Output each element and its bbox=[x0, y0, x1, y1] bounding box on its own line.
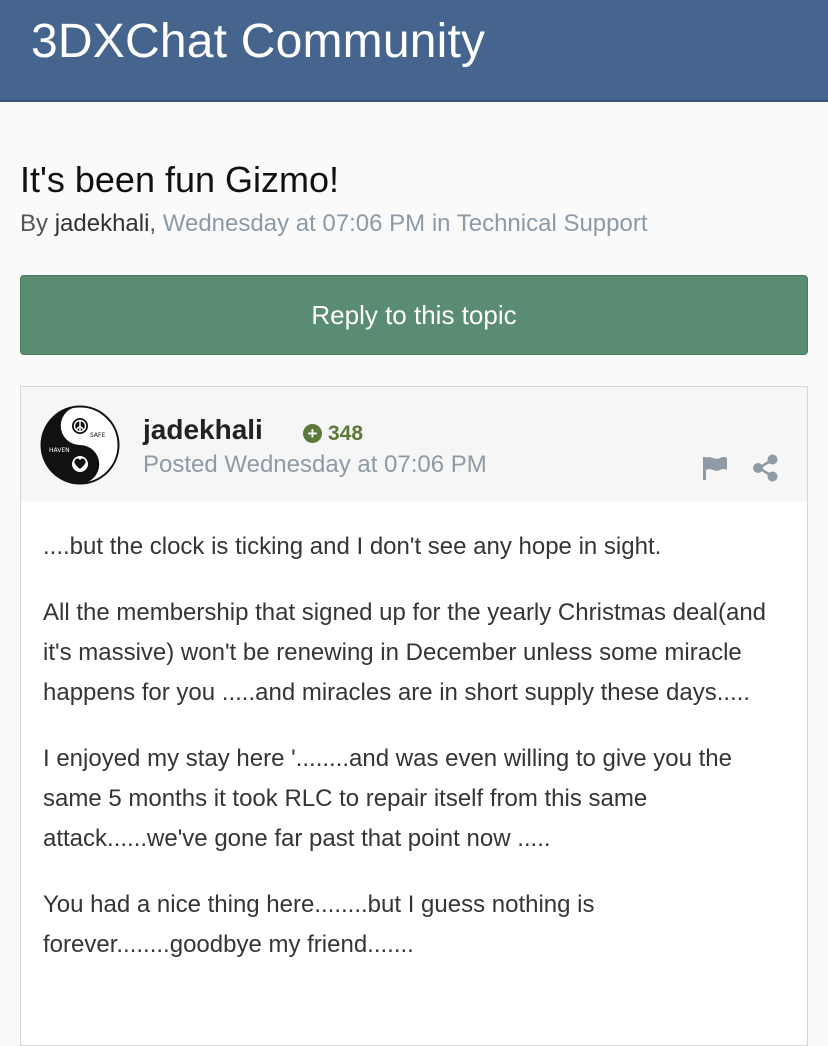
post-paragraph: All the membership that signed up for th… bbox=[43, 599, 767, 706]
site-header: 3DXChat Community bbox=[0, 0, 828, 102]
avatar-haven-text: HAVEN bbox=[49, 447, 70, 454]
post-paragraph: You had a nice thing here........but I g… bbox=[43, 891, 595, 958]
byline-by-label: By bbox=[20, 210, 49, 237]
topic-byline: By jadekhali, Wednesday at 07:06 PM in T… bbox=[20, 207, 648, 241]
flag-icon[interactable] bbox=[701, 455, 729, 481]
post-card: HAVEN SAFE jadekhali +348 Posted Wednesd… bbox=[20, 386, 808, 1046]
post-username[interactable]: jadekhali bbox=[143, 413, 263, 447]
post-paragraph: ....but the clock is ticking and I don't… bbox=[43, 533, 662, 560]
site-title[interactable]: 3DXChat Community bbox=[31, 14, 485, 70]
byline-author-link[interactable]: jadekhali bbox=[55, 210, 150, 237]
reputation-badge[interactable]: +348 bbox=[303, 420, 363, 448]
topic-title: It's been fun Gizmo! bbox=[20, 159, 340, 200]
post-paragraph: I enjoyed my stay here '........and was … bbox=[43, 745, 732, 852]
plus-circle-icon: + bbox=[303, 424, 322, 443]
share-icon[interactable] bbox=[751, 454, 779, 482]
byline-meta: Wednesday at 07:06 PM in Technical Suppo… bbox=[156, 210, 648, 237]
reputation-count: 348 bbox=[328, 422, 364, 445]
post-header: HAVEN SAFE jadekhali +348 Posted Wednesd… bbox=[21, 387, 807, 501]
post-date[interactable]: Posted Wednesday at 07:06 PM bbox=[143, 449, 487, 481]
post-content: ....but the clock is ticking and I don't… bbox=[43, 527, 793, 991]
avatar[interactable]: HAVEN SAFE bbox=[40, 405, 120, 485]
reply-to-topic-button[interactable]: Reply to this topic bbox=[20, 275, 808, 355]
avatar-safe-text: SAFE bbox=[90, 432, 105, 439]
